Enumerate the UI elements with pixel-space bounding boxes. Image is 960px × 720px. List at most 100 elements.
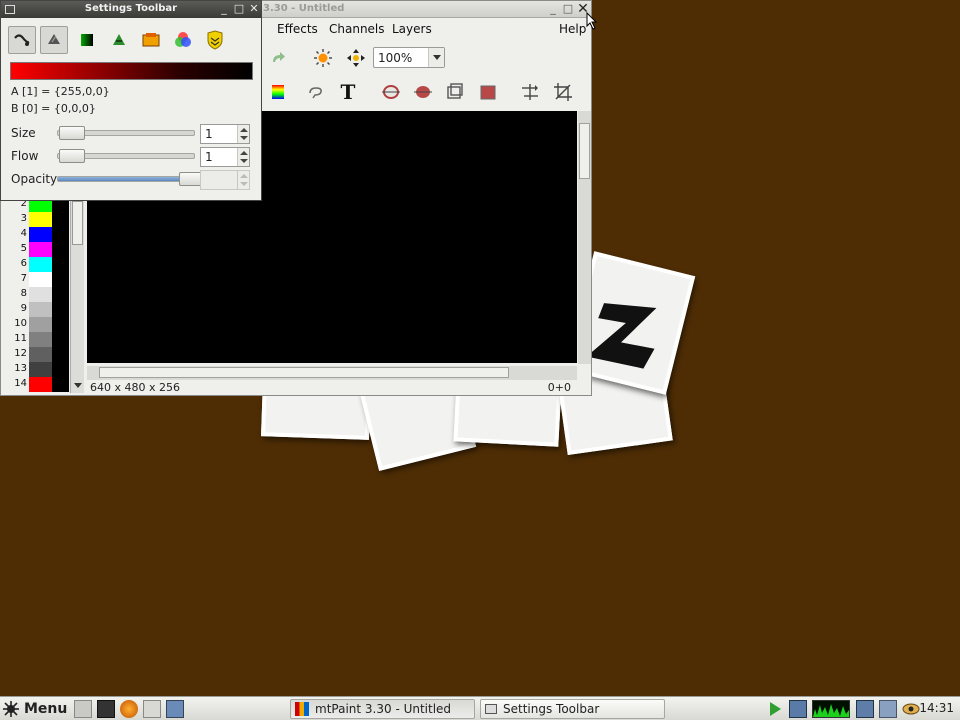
color-gradient-bar[interactable]: [10, 62, 253, 80]
palette-row[interactable]: 5: [3, 242, 69, 257]
monitor-icon[interactable]: [856, 700, 874, 718]
opacity-label: Opacity: [11, 172, 58, 186]
menu-help[interactable]: Help: [559, 22, 586, 36]
palette-swatch[interactable]: [29, 212, 52, 227]
palette-scrollbar[interactable]: [70, 197, 84, 393]
web-browser-icon[interactable]: [120, 700, 138, 718]
rectangle-outline-icon[interactable]: [444, 81, 466, 103]
palette-row[interactable]: 7: [3, 272, 69, 287]
palette-swatch[interactable]: [29, 332, 52, 347]
canvas-horizontal-scrollbar[interactable]: [87, 366, 577, 380]
palette-indicator: [52, 362, 69, 377]
palette-swatch[interactable]: [29, 242, 52, 257]
flip-icon[interactable]: [519, 81, 541, 103]
status-cursor-position: 0+0: [547, 381, 571, 394]
palette-row[interactable]: 12: [3, 347, 69, 362]
palette-row[interactable]: 4: [3, 227, 69, 242]
flow-spinbox[interactable]: 1: [200, 147, 250, 167]
file-manager-icon[interactable]: [74, 700, 92, 718]
spin-arrows-icon[interactable]: [237, 125, 249, 143]
size-slider-knob[interactable]: [58, 126, 85, 140]
spin-arrows-icon: [237, 171, 249, 189]
palette-swatch[interactable]: [29, 227, 52, 242]
palette-indicator: [52, 257, 69, 272]
opacity-mode-icon[interactable]: [40, 26, 68, 54]
zoom-value: 100%: [378, 51, 413, 65]
settings-titlebar[interactable]: Settings Toolbar _ □ ✕: [1, 1, 261, 18]
lasso-icon[interactable]: [305, 81, 327, 103]
palette-swatch[interactable]: [29, 347, 52, 362]
maximize-button[interactable]: □: [232, 2, 246, 16]
terminal-icon[interactable]: [97, 700, 115, 718]
canvas-vscroll-thumb[interactable]: [579, 123, 590, 179]
window-icon: [485, 704, 497, 714]
flow-slider[interactable]: [57, 149, 195, 163]
menu-layers[interactable]: Layers: [392, 22, 432, 36]
spin-arrows-icon[interactable]: [237, 148, 249, 166]
minimize-button[interactable]: _: [546, 2, 560, 16]
zoom-combo[interactable]: 100%: [373, 47, 445, 68]
palette-scroll-thumb[interactable]: [72, 201, 83, 245]
palette-index: 9: [20, 303, 27, 314]
palette-row[interactable]: 8: [3, 287, 69, 302]
palette-swatch[interactable]: [29, 272, 52, 287]
palette-index: 3: [20, 213, 27, 224]
start-menu-button[interactable]: Menu: [2, 699, 68, 719]
maximize-button[interactable]: □: [561, 2, 575, 16]
gradient-icon[interactable]: [265, 81, 287, 103]
transform-color-icon[interactable]: [312, 47, 334, 69]
redo-icon[interactable]: [267, 47, 289, 69]
minimize-button[interactable]: _: [217, 2, 231, 16]
palette-row[interactable]: 6: [3, 257, 69, 272]
palette-indicator: [52, 302, 69, 317]
close-button[interactable]: ✕: [247, 2, 261, 16]
start-menu-label: Menu: [24, 701, 68, 717]
palette-swatch[interactable]: [29, 362, 52, 377]
task-mtpaint[interactable]: mtPaint 3.30 - Untitled: [290, 699, 475, 719]
menu-channels[interactable]: Channels: [329, 22, 385, 36]
eye-icon[interactable]: [902, 700, 920, 718]
palette-swatch[interactable]: [29, 377, 52, 392]
flow-slider-knob[interactable]: [58, 149, 85, 163]
palette-row[interactable]: 14: [3, 377, 69, 392]
task-settings-toolbar[interactable]: Settings Toolbar: [480, 699, 665, 719]
display-icon[interactable]: [879, 700, 897, 718]
palette-scroll-down-icon[interactable]: [74, 383, 82, 388]
palette-swatch[interactable]: [29, 257, 52, 272]
mtpaint-icon: [295, 702, 309, 716]
menu-effects[interactable]: Effects: [277, 22, 318, 36]
size-slider[interactable]: [57, 126, 195, 140]
text-editor-icon[interactable]: [143, 700, 161, 718]
rectangle-filled-icon[interactable]: [477, 81, 499, 103]
crop-icon[interactable]: [552, 81, 574, 103]
play-icon[interactable]: [766, 700, 784, 718]
taskbar: Menu mtPaint 3.30 - Untitled Settings To…: [0, 696, 960, 720]
palette-row[interactable]: 11: [3, 332, 69, 347]
palette-row[interactable]: 3: [3, 212, 69, 227]
show-desktop-icon[interactable]: [166, 700, 184, 718]
tint-mode-icon[interactable]: [73, 26, 101, 54]
tint-add-icon[interactable]: [105, 26, 133, 54]
continuous-mode-icon[interactable]: [8, 26, 36, 54]
text-icon[interactable]: T: [337, 80, 359, 104]
settings-toolbar-window: Settings Toolbar _ □ ✕ A [1] = {255,0,0}…: [0, 0, 262, 201]
opacity-slider[interactable]: [57, 172, 205, 186]
ellipse-outline-icon[interactable]: [380, 81, 402, 103]
palette-swatch[interactable]: [29, 317, 52, 332]
palette-swatch[interactable]: [29, 302, 52, 317]
color-wheel-icon[interactable]: [169, 26, 197, 54]
gradient-mode-icon[interactable]: [137, 26, 165, 54]
palette-row[interactable]: 13: [3, 362, 69, 377]
size-spinbox[interactable]: 1: [200, 124, 250, 144]
palette-row[interactable]: 9: [3, 302, 69, 317]
canvas-hscroll-thumb[interactable]: [99, 367, 509, 378]
network-icon[interactable]: [789, 700, 807, 718]
palette-row[interactable]: 10: [3, 317, 69, 332]
pan-icon[interactable]: [345, 47, 367, 69]
chevron-down-icon[interactable]: [428, 48, 444, 67]
flow-label: Flow: [11, 149, 39, 163]
shield-icon[interactable]: [201, 26, 229, 54]
palette-swatch[interactable]: [29, 287, 52, 302]
canvas-vertical-scrollbar[interactable]: [578, 111, 591, 364]
ellipse-filled-icon[interactable]: [412, 81, 434, 103]
